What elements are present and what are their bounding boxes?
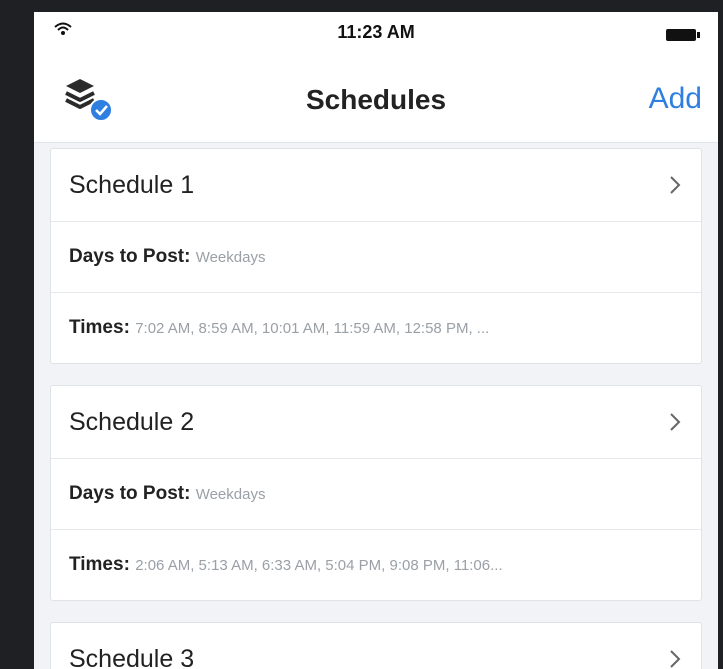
times-label: Times:: [69, 554, 130, 575]
status-time: 11:23 AM: [337, 22, 415, 42]
battery-icon: [666, 28, 700, 46]
chevron-right-icon: [669, 412, 681, 437]
schedule-card: Schedule 1 Days to Post: Weekdays Times:…: [50, 148, 702, 364]
times-value: 7:02 AM, 8:59 AM, 10:01 AM, 11:59 AM, 12…: [135, 320, 490, 337]
days-to-post-value: Weekdays: [195, 486, 266, 503]
status-bar: 11:23 AM: [34, 12, 718, 54]
add-button[interactable]: Add: [649, 82, 702, 116]
schedule-title: Schedule 3: [69, 645, 195, 669]
days-to-post-row: Days to Post: Weekdays: [51, 222, 701, 293]
times-row: Times: 7:02 AM, 8:59 AM, 10:01 AM, 11:59…: [51, 293, 701, 363]
chevron-right-icon: [669, 649, 681, 669]
times-label: Times:: [69, 317, 130, 338]
page-title: Schedules: [305, 84, 447, 115]
navigation-bar: Schedules Add: [34, 54, 718, 143]
schedule-title: Schedule 1: [69, 171, 195, 199]
days-to-post-row: Days to Post: Weekdays: [51, 459, 701, 530]
times-value: 2:06 AM, 5:13 AM, 6:33 AM, 5:04 PM, 9:08…: [135, 557, 503, 574]
days-to-post-label: Days to Post:: [69, 246, 191, 267]
schedule-card: Schedule 3: [50, 622, 702, 669]
schedule-title: Schedule 2: [69, 408, 195, 436]
schedule-header[interactable]: Schedule 1: [51, 149, 701, 222]
schedule-header[interactable]: Schedule 2: [51, 386, 701, 459]
chevron-right-icon: [669, 175, 681, 200]
days-to-post-value: Weekdays: [195, 249, 266, 266]
schedule-header[interactable]: Schedule 3: [51, 623, 701, 669]
days-to-post-label: Days to Post:: [69, 483, 191, 504]
times-row: Times: 2:06 AM, 5:13 AM, 6:33 AM, 5:04 P…: [51, 530, 701, 600]
phone-screen: 11:23 AM Schedules Add Schedule 1 Days t…: [34, 12, 718, 669]
schedule-card: Schedule 2 Days to Post: Weekdays Times:…: [50, 385, 702, 601]
